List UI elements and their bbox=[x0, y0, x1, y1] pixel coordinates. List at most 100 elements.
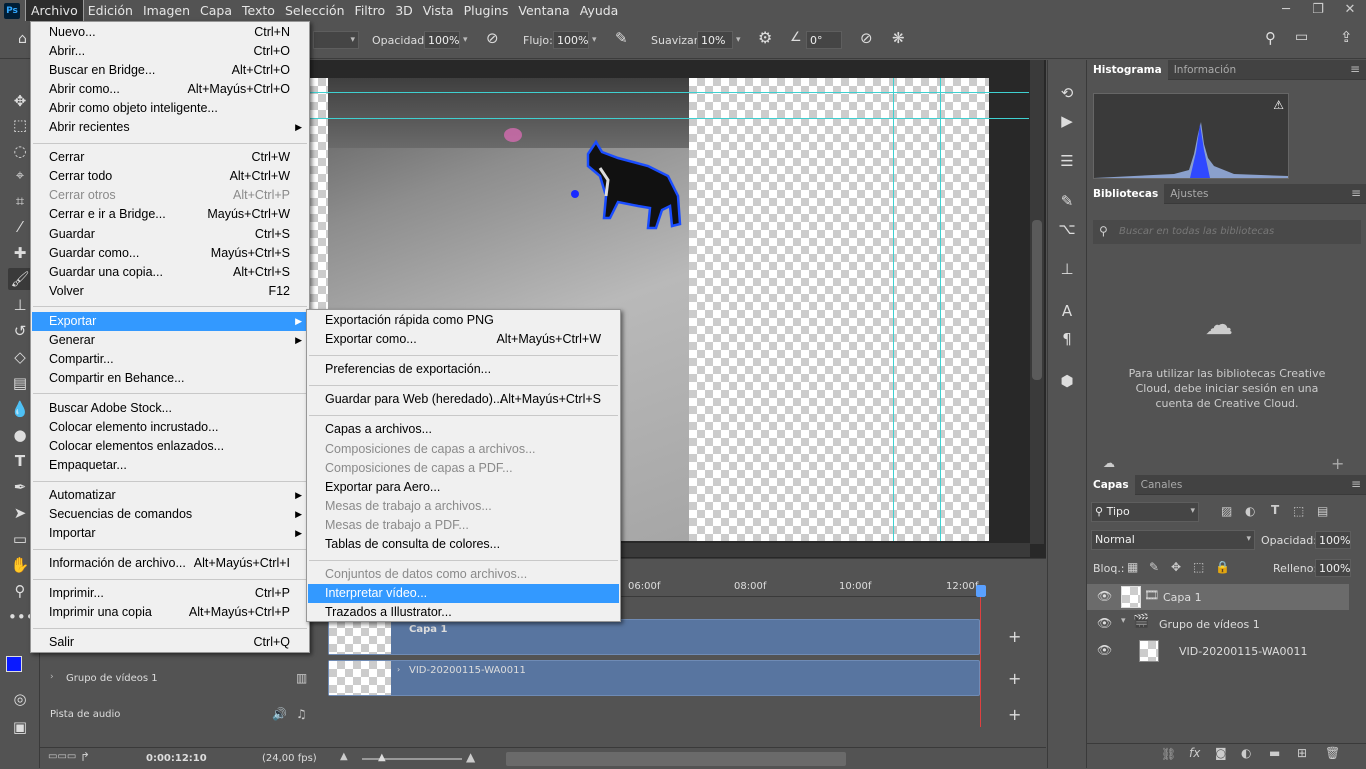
library-search-input[interactable]: ⚲ Buscar en todas las bibliotecas bbox=[1093, 220, 1361, 244]
playhead[interactable] bbox=[976, 585, 986, 597]
lock-image-icon[interactable]: ✎ bbox=[1149, 560, 1159, 574]
zoom-slider-handle[interactable]: ▲ bbox=[378, 752, 386, 763]
tab-info[interactable]: Información bbox=[1168, 60, 1242, 80]
filter-smart-icon[interactable]: ▤ bbox=[1317, 504, 1328, 518]
layer-row[interactable]: 👁 VID-20200115-WA0011 bbox=[1087, 638, 1349, 664]
menu-item-abrir-como-objeto-inteligente[interactable]: Abrir como objeto inteligente... bbox=[32, 99, 308, 118]
marquee-tool-icon[interactable]: ⬚ bbox=[8, 114, 32, 136]
panel-menu-icon[interactable]: ≡ bbox=[1351, 186, 1361, 200]
menu-item-exportar[interactable]: Exportar ▶ bbox=[32, 311, 308, 331]
timeline-clip-capa1[interactable]: Capa 1 bbox=[328, 619, 980, 655]
quick-select-tool-icon[interactable]: ⌖ bbox=[8, 164, 32, 186]
menu-item-exportar-para-aero[interactable]: Exportar para Aero... bbox=[308, 478, 619, 497]
fx-icon[interactable]: fx bbox=[1189, 746, 1200, 760]
layer-row[interactable]: 👁 ▾ 🎬 Grupo de vídeos 1 bbox=[1087, 611, 1349, 637]
3d-icon[interactable]: ⬢ bbox=[1055, 370, 1079, 392]
menu-imagen[interactable]: Imagen bbox=[138, 0, 195, 21]
crop-tool-icon[interactable]: ⌗ bbox=[8, 190, 32, 212]
chevron-right-icon[interactable]: › bbox=[397, 665, 400, 674]
restore-button[interactable]: ❐ bbox=[1302, 0, 1334, 21]
quick-mask-icon[interactable]: ◎ bbox=[8, 688, 32, 710]
filter-shape-icon[interactable]: ⬚ bbox=[1293, 504, 1304, 518]
history-brush-icon[interactable]: ↺ bbox=[8, 320, 32, 342]
move-tool-icon[interactable]: ✥ bbox=[8, 90, 32, 112]
speaker-icon[interactable]: 🔊 bbox=[272, 707, 287, 721]
frames-icon[interactable]: ▭▭▭ bbox=[48, 751, 76, 762]
link-icon[interactable]: ⛓ bbox=[1161, 747, 1176, 761]
blur-tool-icon[interactable]: 💧 bbox=[8, 398, 32, 420]
menu-item-volver[interactable]: Volver F12 bbox=[32, 282, 308, 301]
mode-select[interactable]: ▾ bbox=[313, 31, 359, 49]
menu-item-capas-a-archivos[interactable]: Capas a archivos... bbox=[308, 420, 619, 439]
menu-item-imprimir-una-copia[interactable]: Imprimir una copia Alt+Mayús+Ctrl+P bbox=[32, 603, 308, 622]
menu-item-abrir[interactable]: Abrir... Ctrl+O bbox=[32, 42, 308, 61]
eye-icon[interactable]: 👁 bbox=[1097, 616, 1112, 630]
menu-item-compartir[interactable]: Compartir... bbox=[32, 350, 308, 369]
share-icon[interactable]: ⇪ bbox=[1340, 28, 1353, 46]
render-icon[interactable]: ↱ bbox=[80, 750, 90, 764]
fill-field[interactable]: 100% bbox=[1315, 559, 1351, 577]
home-icon[interactable]: ⌂ bbox=[18, 31, 27, 47]
menu-item-cerrar-todo[interactable]: Cerrar todo Alt+Ctrl+W bbox=[32, 167, 308, 186]
filter-type-icon[interactable]: T bbox=[1271, 503, 1279, 517]
menu-item-buscar-en-bridge[interactable]: Buscar en Bridge... Alt+Ctrl+O bbox=[32, 61, 308, 80]
gear-icon[interactable]: ⚙ bbox=[758, 28, 772, 47]
menu-filtro[interactable]: Filtro bbox=[350, 0, 391, 21]
tab-histogram[interactable]: Histograma bbox=[1087, 60, 1168, 80]
menu-item-cerrar-e-ir-a-bridge[interactable]: Cerrar e ir a Bridge... Mayús+Ctrl+W bbox=[32, 205, 308, 224]
menu-item-cerrar[interactable]: Cerrar Ctrl+W bbox=[32, 148, 308, 167]
layer-filter-select[interactable]: ⚲ Tipo ▾ bbox=[1091, 502, 1199, 522]
adjustment-layer-icon[interactable]: ◐ bbox=[1241, 746, 1251, 760]
menu-item-importar[interactable]: Importar ▶ bbox=[32, 524, 308, 543]
lock-artboard-icon[interactable]: ⬚ bbox=[1193, 560, 1204, 574]
music-note-icon[interactable]: ♫ bbox=[296, 707, 307, 721]
history-icon[interactable]: ⟲ bbox=[1055, 82, 1079, 104]
menu-item-imprimir[interactable]: Imprimir... Ctrl+P bbox=[32, 584, 308, 603]
angle-field[interactable]: 0° bbox=[806, 31, 842, 49]
menu-item-abrir-recientes[interactable]: Abrir recientes ▶ bbox=[32, 118, 308, 137]
tab-channels[interactable]: Canales bbox=[1135, 475, 1189, 495]
zoom-in-icon[interactable]: ▲ bbox=[466, 750, 475, 764]
menu-item-trazados-a-illustrator[interactable]: Trazados a Illustrator... bbox=[308, 603, 619, 622]
menu-item-guardar-como[interactable]: Guardar como... Mayús+Ctrl+S bbox=[32, 244, 308, 263]
eyedropper-tool-icon[interactable]: ⁄ bbox=[8, 216, 32, 238]
path-select-icon[interactable]: ➤ bbox=[8, 502, 32, 524]
pen-tool-icon[interactable]: ✒ bbox=[8, 476, 32, 498]
film-icon[interactable]: ▥ bbox=[296, 671, 307, 685]
folder-icon[interactable]: ▬ bbox=[1269, 746, 1280, 760]
menu-item-nuevo[interactable]: Nuevo... Ctrl+N bbox=[32, 23, 308, 42]
trash-icon[interactable]: 🗑 bbox=[1325, 746, 1340, 760]
menu-capa[interactable]: Capa bbox=[195, 0, 237, 21]
menu-item-automatizar[interactable]: Automatizar ▶ bbox=[32, 486, 308, 505]
filter-adjust-icon[interactable]: ◐ bbox=[1245, 504, 1255, 518]
menu-ayuda[interactable]: Ayuda bbox=[575, 0, 624, 21]
tab-layers[interactable]: Capas bbox=[1087, 475, 1135, 495]
rectangle-tool-icon[interactable]: ▭ bbox=[8, 528, 32, 550]
menu-ventana[interactable]: Ventana bbox=[513, 0, 574, 21]
blend-mode-select[interactable]: Normal ▾ bbox=[1091, 530, 1255, 550]
screen-mode-icon[interactable]: ▣ bbox=[8, 716, 32, 738]
menu-item-abrir-como[interactable]: Abrir como... Alt+Mayús+Ctrl+O bbox=[32, 80, 308, 99]
eraser-tool-icon[interactable]: ◇ bbox=[8, 346, 32, 368]
cloud-sync-icon[interactable]: ☁ bbox=[1103, 456, 1115, 470]
lock-transparent-icon[interactable]: ▦ bbox=[1127, 560, 1138, 574]
chevron-down-icon[interactable]: ▾ bbox=[1121, 616, 1126, 626]
minimize-button[interactable]: ─ bbox=[1270, 0, 1302, 21]
type-tool-icon[interactable]: T bbox=[8, 450, 32, 472]
panel-menu-icon[interactable]: ≡ bbox=[1350, 62, 1360, 76]
actions-play-icon[interactable]: ▶ bbox=[1055, 110, 1079, 132]
stamp-tool-icon[interactable]: ⊥ bbox=[8, 294, 32, 316]
menu-item-informaci-n-de-archivo[interactable]: Información de archivo... Alt+Mayús+Ctrl+… bbox=[32, 554, 308, 573]
timeline-scrollbar[interactable] bbox=[506, 752, 846, 766]
add-media-icon[interactable]: + bbox=[1008, 627, 1021, 646]
dodge-tool-icon[interactable]: ● bbox=[8, 424, 32, 446]
menu-item-interpretar-v-deo[interactable]: Interpretar vídeo... bbox=[308, 584, 619, 604]
paragraph-icon[interactable]: ¶ bbox=[1055, 328, 1079, 350]
menu-item-guardar[interactable]: Guardar Ctrl+S bbox=[32, 225, 308, 244]
chevron-down-icon[interactable]: ▾ bbox=[463, 35, 468, 45]
menu-item-empaquetar[interactable]: Empaquetar... bbox=[32, 456, 308, 475]
menu-vista[interactable]: Vista bbox=[418, 0, 459, 21]
menu-item-salir[interactable]: Salir Ctrl+Q bbox=[32, 633, 308, 652]
vertical-scrollbar[interactable] bbox=[1030, 60, 1044, 544]
chevron-down-icon[interactable]: ▾ bbox=[736, 35, 741, 45]
